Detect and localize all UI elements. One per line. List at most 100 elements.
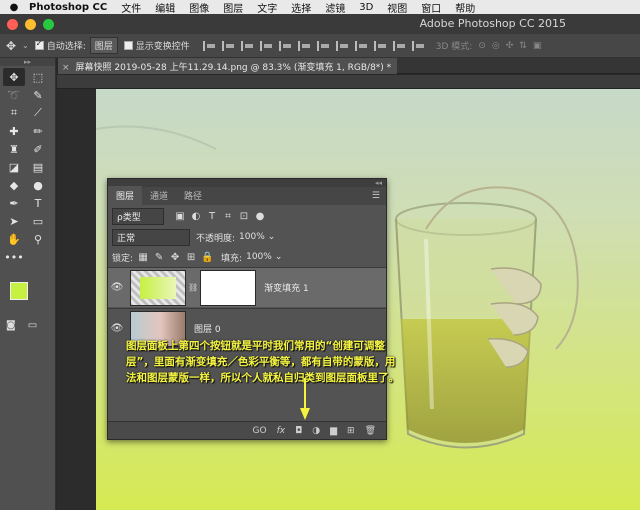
mask-link-icon[interactable]: ⛓ <box>188 283 198 292</box>
apple-icon[interactable]: ● <box>6 2 22 13</box>
tab-channels[interactable]: 通道 <box>142 186 176 205</box>
minimize-window-button[interactable] <box>25 18 36 30</box>
color-swatches[interactable] <box>10 282 40 312</box>
menu-type[interactable]: 文字 <box>250 0 284 15</box>
visibility-eye-icon[interactable]: 👁 <box>108 282 126 293</box>
healing-tool-button[interactable]: ✚ <box>3 122 25 140</box>
history-brush-tool-button[interactable]: ✐ <box>27 140 49 158</box>
align-bottom-icon[interactable] <box>240 40 255 51</box>
zoom-tool-button[interactable]: ⚲ <box>27 230 49 248</box>
tool-preset-chevron-icon[interactable]: ⌄ <box>22 41 29 50</box>
pen-tool-button[interactable]: ✒ <box>3 194 25 212</box>
path-select-tool-button[interactable]: ➤ <box>3 212 25 230</box>
align-vcenter-icon[interactable] <box>221 40 236 51</box>
hand-tool-button[interactable]: ✋ <box>3 230 25 248</box>
distribute-left-icon[interactable] <box>373 40 388 51</box>
quick-mask-icon[interactable]: ◙ <box>6 320 16 331</box>
lock-transparent-icon[interactable]: ▦ <box>137 252 149 263</box>
orbit-3d-icon[interactable]: ⊙ <box>478 41 486 51</box>
foreground-color-swatch[interactable] <box>10 282 28 300</box>
auto-select-checkbox[interactable] <box>34 39 44 50</box>
slide-3d-icon[interactable]: ⇅ <box>519 41 527 51</box>
align-top-icon[interactable] <box>202 40 217 51</box>
layer-row-gradient-fill[interactable]: 👁 ⛓ 渐变填充 1 <box>108 267 386 307</box>
lock-image-icon[interactable]: ✎ <box>153 252 165 263</box>
menu-image[interactable]: 图像 <box>182 0 216 15</box>
align-right-icon[interactable] <box>297 40 312 51</box>
tab-layers[interactable]: 图层 <box>108 186 143 205</box>
auto-select-dropdown[interactable]: 图层 <box>89 37 118 54</box>
screen-mode-icon[interactable]: ▭ <box>28 320 37 331</box>
filter-toggle-icon[interactable]: ● <box>254 211 266 222</box>
move-tool-button[interactable]: ✥ <box>3 68 25 86</box>
filter-pixel-icon[interactable]: ▣ <box>174 211 186 222</box>
close-tab-icon[interactable]: × <box>62 63 70 73</box>
lasso-tool-button[interactable]: ➰ <box>3 86 25 104</box>
panel-menu-icon[interactable]: ☰ <box>372 191 380 201</box>
filter-shape-icon[interactable]: ⌗ <box>222 211 234 222</box>
menu-filter[interactable]: 滤镜 <box>318 0 352 15</box>
visibility-eye-icon[interactable]: 👁 <box>108 323 126 334</box>
delete-layer-icon[interactable]: 🗑 <box>365 426 376 436</box>
filter-type-icon[interactable]: T <box>206 211 218 222</box>
marquee-tool-button[interactable]: ⬚ <box>27 68 49 86</box>
filter-smart-object-icon[interactable]: ⊡ <box>238 211 250 222</box>
quick-select-tool-button[interactable]: ✎ <box>27 86 49 104</box>
dodge-tool-button[interactable]: ● <box>27 176 49 194</box>
fill-value[interactable]: 100% <box>246 252 272 262</box>
gradient-fill-thumbnail[interactable] <box>130 269 186 306</box>
document-tab[interactable]: × 屏幕快照 2019-05-28 上午11.29.14.png @ 83.3% … <box>58 58 398 74</box>
transform-controls-checkbox[interactable] <box>123 41 133 50</box>
add-mask-icon[interactable]: ◘ <box>295 426 302 436</box>
new-layer-icon[interactable]: ⊞ <box>347 426 355 436</box>
menu-layer[interactable]: 图层 <box>216 0 250 15</box>
layer-name[interactable]: 图层 0 <box>194 322 221 335</box>
menu-app-name[interactable]: Photoshop CC <box>22 2 114 13</box>
align-hcenter-icon[interactable] <box>278 40 293 51</box>
opacity-value[interactable]: 100% <box>239 232 265 242</box>
drag-3d-icon[interactable]: ✣ <box>506 41 514 51</box>
lock-artboard-icon[interactable]: ⊞ <box>185 252 197 263</box>
filter-adjustment-icon[interactable]: ◐ <box>190 211 202 222</box>
eyedropper-tool-button[interactable]: ⟋ <box>27 104 49 122</box>
menu-select[interactable]: 选择 <box>284 0 318 15</box>
stamp-tool-button[interactable]: ♜ <box>3 140 25 158</box>
distribute-vcenter-icon[interactable] <box>335 40 350 51</box>
scale-3d-icon[interactable]: ▣ <box>533 41 542 51</box>
close-window-button[interactable] <box>7 18 18 30</box>
menu-help[interactable]: 帮助 <box>448 0 482 15</box>
blend-mode-dropdown[interactable]: 正常 <box>112 228 190 246</box>
adjustment-layer-icon[interactable]: ◑ <box>312 426 320 436</box>
type-tool-button[interactable]: T <box>27 194 49 212</box>
fx-icon[interactable]: fx <box>277 426 286 436</box>
menu-edit[interactable]: 编辑 <box>148 0 182 15</box>
fill-chevron-icon[interactable]: ⌄ <box>275 252 283 262</box>
crop-tool-button[interactable]: ⌗ <box>3 104 25 122</box>
distribute-bottom-icon[interactable] <box>354 40 369 51</box>
opacity-chevron-icon[interactable]: ⌄ <box>268 232 276 242</box>
zoom-window-button[interactable] <box>43 18 54 30</box>
layer-mask-thumbnail[interactable] <box>200 269 257 306</box>
link-layers-icon[interactable]: GO <box>253 426 267 436</box>
distribute-hcenter-icon[interactable] <box>392 40 407 51</box>
blur-tool-button[interactable]: ◆ <box>3 176 25 194</box>
roll-3d-icon[interactable]: ◎ <box>492 41 500 51</box>
tools-collapse-icon[interactable]: ▸▸ <box>0 58 55 66</box>
shape-tool-button[interactable]: ▭ <box>27 212 49 230</box>
lock-position-icon[interactable]: ✥ <box>169 252 181 263</box>
filter-kind-dropdown[interactable]: ρ类型 <box>112 207 164 225</box>
menu-3d[interactable]: 3D <box>352 2 380 13</box>
move-tool-icon[interactable]: ✥ <box>0 39 22 53</box>
gradient-tool-button[interactable]: ▤ <box>27 158 49 176</box>
menu-view[interactable]: 视图 <box>380 0 414 15</box>
distribute-right-icon[interactable] <box>411 40 426 51</box>
group-folder-icon[interactable]: ▆ <box>330 426 337 436</box>
eraser-tool-button[interactable]: ◪ <box>3 158 25 176</box>
more-tools-icon[interactable]: ••• <box>3 248 25 266</box>
lock-all-icon[interactable]: 🔒 <box>201 252 213 263</box>
menu-file[interactable]: 文件 <box>114 0 148 15</box>
distribute-top-icon[interactable] <box>316 40 331 51</box>
menu-window[interactable]: 窗口 <box>414 0 448 15</box>
brush-tool-button[interactable]: ✏ <box>27 122 49 140</box>
layer-name[interactable]: 渐变填充 1 <box>264 281 309 294</box>
